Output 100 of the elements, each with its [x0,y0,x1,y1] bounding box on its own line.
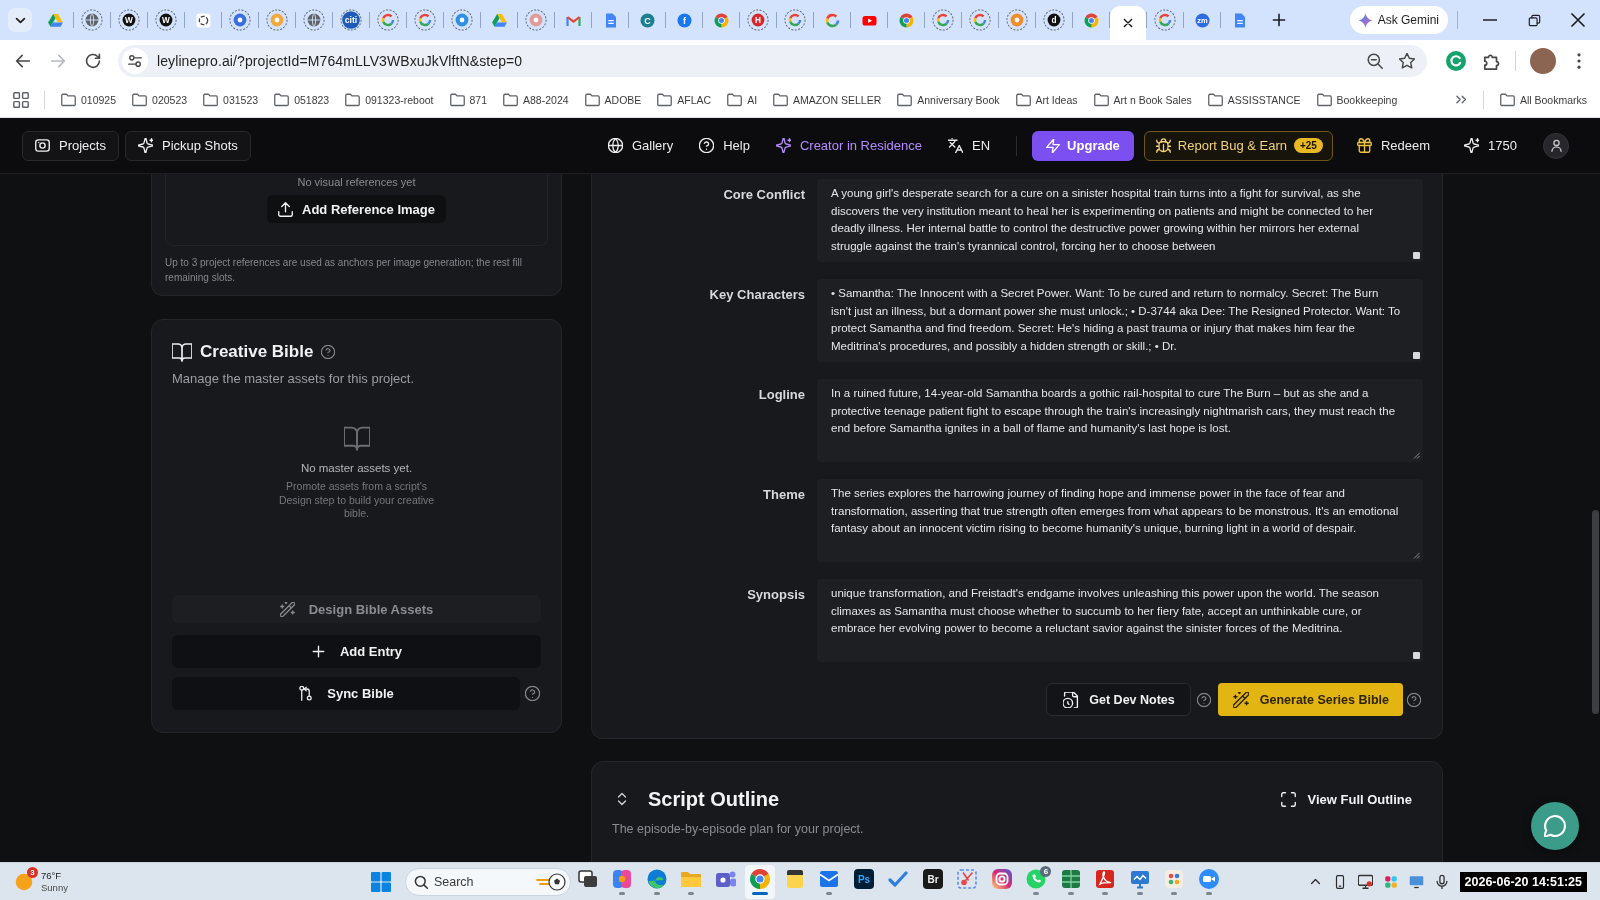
close-icon[interactable] [1571,13,1585,27]
browser-tab[interactable]: W [111,0,147,40]
upgrade-button[interactable]: Upgrade [1032,130,1134,161]
nav-link[interactable]: Gallery [598,130,684,161]
help-icon[interactable] [1407,692,1421,707]
nav-link[interactable]: Creator in Residence [765,130,933,161]
empty-state-title: No master assets yet. [300,461,413,476]
bookmark-folder[interactable]: 020523 [132,92,188,107]
translate-icon [948,138,964,153]
zoom-out-icon[interactable] [1367,53,1383,69]
expand-icon [1280,791,1296,807]
bookmark-folder[interactable]: 871 [449,92,488,107]
help-icon[interactable] [525,686,540,701]
wand-icon [1232,691,1249,708]
address-bar[interactable]: leylinepro.ai/?projectId=M764mLLV3WBxuJkVlftN&step=0 [118,45,1427,77]
mic-icon[interactable] [1434,874,1449,889]
more-menu-icon[interactable] [1577,53,1581,69]
apps-grid-icon[interactable] [13,91,29,108]
tab-search-button[interactable] [8,8,32,32]
story-text-field[interactable]: The series explores the harrowing journey of finding hope and immense power in the face of fear and transformation, asserting that true strength often emerges from what appears to be monstrous. It's an emotional fantasy about an innocent victim rising to become humanity's unique, burning light in a world of despair. [817,479,1423,562]
bookmark-folder[interactable]: ASSISSTANCE [1207,92,1301,107]
expand-collapse-icon[interactable] [615,792,629,806]
user-avatar[interactable] [1543,132,1569,159]
star-icon[interactable] [1399,53,1415,69]
resize-handle-icon[interactable] [1413,652,1420,659]
redeem-button[interactable]: Redeem [1346,130,1441,161]
resize-handle-icon[interactable] [1413,252,1420,259]
bookmark-folder[interactable]: AI [727,92,758,107]
credits-button[interactable]: 1750 [1454,130,1527,161]
help-icon[interactable] [321,345,336,359]
nav-link[interactable]: Help [689,130,760,161]
four-dots-icon[interactable] [1383,874,1398,889]
resize-handle-icon[interactable] [1413,552,1420,559]
letter-badge-icon: C [639,12,655,28]
profile-avatar[interactable] [1530,48,1556,74]
new-tab-icon[interactable] [1271,12,1287,28]
reload-icon[interactable] [84,53,101,69]
taskbar-button[interactable] [745,864,776,899]
site-info-button[interactable] [122,48,148,74]
story-text-field[interactable]: unique transformation, and Freistadt's endgame involves unleashing this power upon the world. The season climaxes as Samantha must choose whether to succumb to her fiery fate, accept an unthinkable cure, or embrace her evolving power to become a reluctant savior against the sinister forces of the Meditrina. [817,579,1423,662]
browser-tab[interactable] [1110,6,1146,40]
generate-bible-button[interactable]: Generate Series Bible [1217,683,1403,716]
section-title: Script Outline [648,788,780,810]
taskbar-button[interactable]: Ps [848,864,879,899]
browser-tab[interactable]: H [740,0,776,40]
browser-tab[interactable]: C [629,0,665,40]
resize-handle-icon[interactable] [1413,452,1420,459]
monitor-alert-icon[interactable] [1357,874,1373,889]
ring-badge-icon[interactable] [1446,51,1466,71]
chevrons-right-icon[interactable] [1454,93,1468,106]
bookmark-folder[interactable]: A88-2024 [503,92,569,107]
nav-link[interactable]: EN [938,130,1001,161]
add-entry-button[interactable]: Add Entry [172,635,541,668]
back-icon[interactable] [14,53,31,69]
reference-drop-zone[interactable]: No visual references yet Add Reference Image [165,174,548,246]
add-reference-button[interactable]: Add Reference Image [267,195,446,223]
browser-tab[interactable]: d [1036,0,1072,40]
story-text-field[interactable]: In a ruined future, 14-year-old Samantha boards a gothic rail-hospital to cure The Burn – but as she and a protective teenage patient fight to escape through the train's increasingly nightmarish cars, they must reach the end before Samantha ignites in a ball of flame and humanity's last hope is lost. [817,379,1423,462]
browser-tab[interactable]: W [148,0,184,40]
bookmark-folder[interactable]: Bookkeeping [1316,92,1398,107]
help-icon[interactable] [1196,692,1211,707]
bookmark-folder[interactable]: ADOBE [584,92,642,107]
bookmark-folder[interactable]: 031523 [203,92,259,107]
browser-tab[interactable]: f [666,0,702,40]
folder-icon [345,92,361,107]
restore-icon[interactable] [1527,13,1541,27]
resize-handle-icon[interactable] [1413,352,1420,359]
taskbar-button[interactable]: Br [917,864,948,899]
bookmark-folder[interactable]: Art Ideas [1015,92,1078,107]
browser-tab[interactable]: citi [333,0,369,40]
sync-button[interactable]: Sync Bible [172,677,520,710]
scrollbar-thumb[interactable] [1592,510,1599,714]
bookmark-folder[interactable]: 091323-reboot [345,92,434,107]
story-text-field[interactable]: • Samantha: The Innocent with a Secret Power. Want: To be cured and return to normalcy. Secret: The Burn isn't just an illness, but a dormant power she must unlock.; • D-3744 aka Dee: The Resigned Protector. Want: To protect Samantha and find freedom. Secret: He's hiding a past trauma or injury that makes him fear the Meditrina's procedures, and possibly a hidden strength or skill.; • Dr. [817,279,1423,362]
four-squares-icon[interactable] [370,871,391,892]
dev-notes-button[interactable]: Get Dev Notes [1046,683,1191,716]
puzzle-icon[interactable] [1483,52,1501,70]
ask-gemini-button[interactable]: Ask Gemini [1349,6,1448,34]
report-bug-button[interactable]: Report Bug & Earn +25 [1143,130,1333,161]
view-outline-button[interactable]: View Full Outline [1280,791,1412,807]
bookmark-folder[interactable]: AMAZON SELLER [773,92,882,107]
display-icon[interactable] [1408,874,1424,889]
projects-button[interactable]: Projects [22,130,119,161]
search-field[interactable]: Search [404,867,571,896]
pickup-shots-button[interactable]: Pickup Shots [124,130,251,161]
bookmark-folder[interactable]: Anniversary Book [897,92,1000,107]
gift-icon [1356,138,1372,153]
bookmark-folder[interactable]: All Bookmarks [1499,92,1587,107]
story-text-field[interactable]: A young girl's desperate search for a cure on a sinister hospital train turns into a fight for survival, as she discovers the very institution meant to heal her is experimenting on patients and might be connected to her deadly illness. Her internal battle to control the destructive power growing within her mirrors her external struggle against the train's tyrannical control, forcing her to choose between [817,179,1423,262]
check-icon [888,868,909,889]
bookmark-folder[interactable]: AFLAC [657,92,712,107]
bookmark-folder[interactable]: 051823 [274,92,330,107]
taskbar-button[interactable]: 6 [1021,864,1052,899]
chat-button[interactable] [1531,802,1579,850]
bookmark-folder[interactable]: 010925 [61,92,117,107]
close-icon[interactable] [1122,17,1134,29]
lettered-tile-icon: Ps [853,868,874,889]
folder-icon [1093,92,1109,107]
wave-circle-icon [646,868,667,889]
bookmark-folder[interactable]: Art n Book Sales [1093,92,1192,107]
